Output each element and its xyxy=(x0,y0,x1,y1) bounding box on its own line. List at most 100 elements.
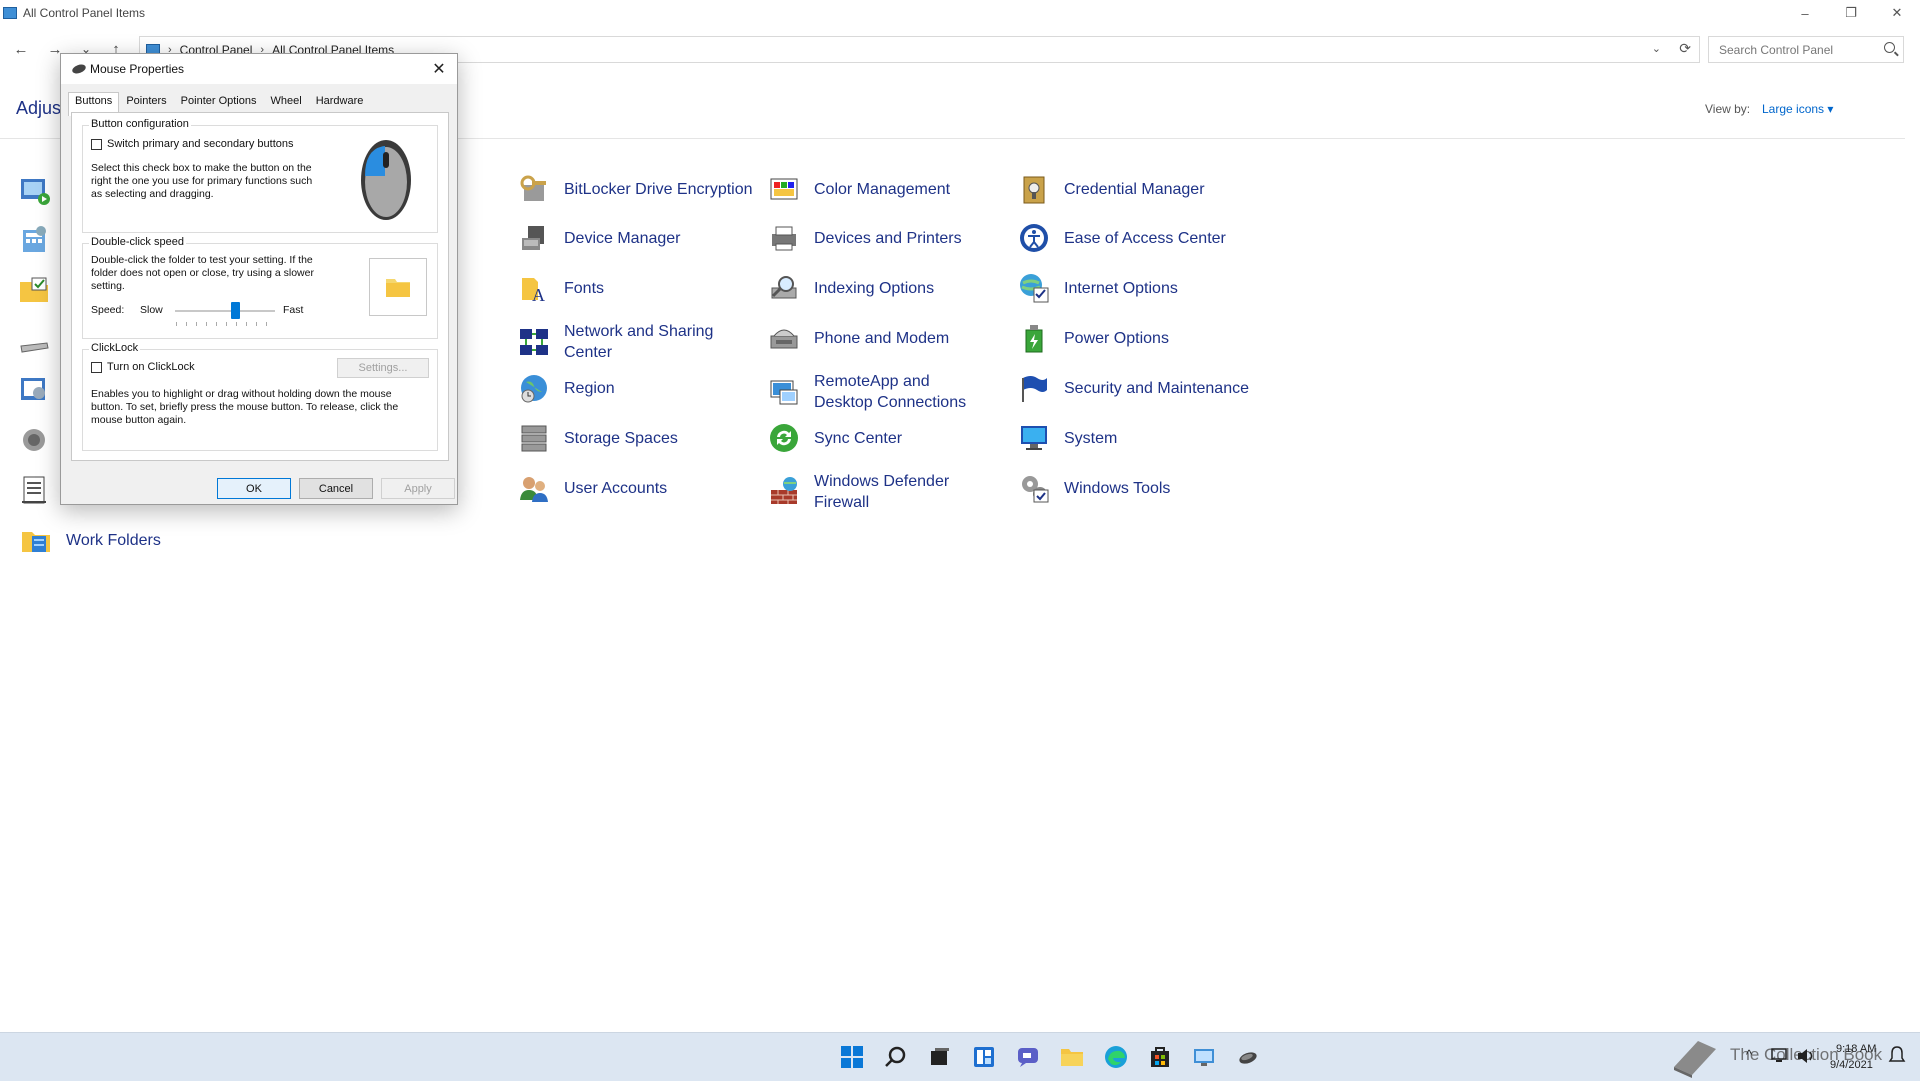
security-flag-icon xyxy=(1022,376,1047,402)
cp-item-remoteapp[interactable]: RemoteApp and Desktop Connections xyxy=(768,371,992,413)
minimize-button[interactable]: – xyxy=(1782,0,1828,26)
cp-item-ease-of-access[interactable]: Ease of Access Center xyxy=(1018,222,1226,254)
cp-item-credential-manager[interactable]: Credential Manager xyxy=(1018,173,1205,205)
test-folder-area[interactable] xyxy=(369,258,427,316)
cp-item-color-management[interactable]: Color Management xyxy=(768,173,950,205)
mouse-icon[interactable] xyxy=(1236,1045,1260,1069)
clock-time[interactable]: 9:18 AM xyxy=(1836,1043,1876,1055)
cp-item-internet-options[interactable]: Internet Options xyxy=(1018,272,1178,304)
cp-item-phone-modem[interactable]: Phone and Modem xyxy=(768,322,949,354)
apply-button[interactable]: Apply xyxy=(381,478,455,499)
group-title: Double-click speed xyxy=(89,236,186,248)
cp-item-power-options[interactable]: Power Options xyxy=(1018,322,1169,354)
cp-item-label: BitLocker Drive Encryption xyxy=(564,180,753,198)
cp-item-sync-center[interactable]: Sync Center xyxy=(768,422,902,454)
document-list-icon[interactable] xyxy=(18,474,50,506)
taskbar: The Collection Book ^ 9:18 AM 9/4/2021 xyxy=(0,1032,1920,1081)
clicklock-checkbox[interactable] xyxy=(91,362,102,373)
button-config-description: Select this check box to make the button… xyxy=(91,162,313,200)
svg-text:A: A xyxy=(532,285,545,304)
maximize-button[interactable]: ❐ xyxy=(1828,0,1874,26)
notifications-icon[interactable] xyxy=(1888,1045,1906,1065)
group-title: ClickLock xyxy=(89,342,141,354)
speed-label: Speed: xyxy=(91,304,125,316)
search-box[interactable] xyxy=(1708,36,1904,63)
volume-icon[interactable] xyxy=(1796,1047,1816,1065)
cp-item-label: Devices and Printers xyxy=(814,229,962,247)
phone-modem-icon xyxy=(770,329,798,349)
back-button[interactable]: ← xyxy=(10,38,32,60)
cp-item-user-accounts[interactable]: User Accounts xyxy=(518,472,667,504)
cp-item-security-maintenance[interactable]: Security and Maintenance xyxy=(1018,372,1249,404)
autoplay-icon[interactable] xyxy=(18,174,50,206)
tab-wheel[interactable]: Wheel xyxy=(264,92,309,114)
store-icon[interactable] xyxy=(1148,1045,1172,1069)
folder-icon xyxy=(386,279,410,297)
keyboard-icon[interactable] xyxy=(18,332,50,364)
tab-hardware[interactable]: Hardware xyxy=(309,92,371,114)
close-window-button[interactable]: ✕ xyxy=(1874,0,1920,26)
view-by-label: View by: xyxy=(1705,102,1751,116)
task-view-icon[interactable] xyxy=(928,1045,952,1069)
cp-item-devices-printers[interactable]: Devices and Printers xyxy=(768,222,962,254)
clicklock-settings-button[interactable]: Settings... xyxy=(337,358,429,378)
search-icon[interactable] xyxy=(884,1045,908,1069)
device-manager-icon xyxy=(522,226,544,250)
cp-item-windows-tools[interactable]: Windows Tools xyxy=(1018,472,1170,504)
view-by-dropdown[interactable]: Large icons ▾ xyxy=(1762,102,1833,116)
widgets-icon[interactable] xyxy=(972,1045,996,1069)
folder-check-icon[interactable] xyxy=(18,274,50,306)
cancel-button[interactable]: Cancel xyxy=(299,478,373,499)
slider-thumb[interactable] xyxy=(230,302,240,319)
address-dropdown-button[interactable]: ⌄ xyxy=(1652,42,1661,55)
chevron-up-icon[interactable]: ^ xyxy=(1746,1047,1752,1062)
cp-item-label: Region xyxy=(564,379,615,397)
remoteapp-icon xyxy=(770,380,798,405)
windows-tools-icon xyxy=(1022,476,1049,503)
slider-ticks xyxy=(176,322,267,326)
cp-item-indexing-options[interactable]: Indexing Options xyxy=(768,272,934,304)
search-icon[interactable] xyxy=(1884,42,1895,53)
control-panel-icon[interactable] xyxy=(1192,1045,1216,1069)
cp-item-work-folders[interactable]: Work Folders xyxy=(20,524,161,556)
search-input[interactable] xyxy=(1717,41,1881,58)
tab-pointer-options[interactable]: Pointer Options xyxy=(174,92,264,114)
cp-item-storage-spaces[interactable]: Storage Spaces xyxy=(518,422,678,454)
cp-item-system[interactable]: System xyxy=(1018,422,1117,454)
fast-label: Fast xyxy=(283,304,304,316)
network-icon[interactable] xyxy=(1770,1047,1790,1065)
refresh-button[interactable]: ⟳ xyxy=(1679,40,1691,57)
calculator-like-icon[interactable] xyxy=(18,224,50,256)
clock-date[interactable]: 9/4/2021 xyxy=(1830,1059,1873,1071)
tab-pointers[interactable]: Pointers xyxy=(119,92,173,114)
clicklock-label[interactable]: Turn on ClickLock xyxy=(107,361,195,374)
file-explorer-icon[interactable] xyxy=(1060,1045,1084,1069)
ok-button[interactable]: OK xyxy=(217,478,291,499)
start-icon[interactable] xyxy=(840,1045,864,1069)
display-icon[interactable] xyxy=(18,374,50,406)
dialog-title-bar[interactable]: Mouse Properties ✕ xyxy=(61,54,457,84)
double-click-description: Double-click the folder to test your set… xyxy=(91,254,314,292)
cp-item-label: Storage Spaces xyxy=(564,429,678,447)
cp-item-network-sharing[interactable]: Network and Sharing Center xyxy=(518,321,724,363)
ease-of-access-icon xyxy=(1020,224,1048,252)
edge-icon[interactable] xyxy=(1104,1045,1128,1069)
color-management-icon xyxy=(770,178,798,200)
cp-item-fonts[interactable]: A Fonts xyxy=(518,272,604,304)
switch-buttons-label[interactable]: Switch primary and secondary buttons xyxy=(107,138,293,151)
chat-icon[interactable] xyxy=(1016,1045,1040,1069)
cp-item-label: Power Options xyxy=(1064,329,1169,347)
cp-item-device-manager[interactable]: Device Manager xyxy=(518,222,681,254)
switch-buttons-checkbox[interactable] xyxy=(91,139,102,150)
dialog-close-button[interactable]: ✕ xyxy=(427,57,451,81)
button-configuration-group: Button configuration Switch primary and … xyxy=(82,118,438,233)
double-click-speed-slider[interactable] xyxy=(175,310,275,312)
cp-item-label: Sync Center xyxy=(814,429,903,447)
cp-item-firewall[interactable]: Windows Defender Firewall xyxy=(768,471,974,513)
cp-item-label: RemoteApp and Desktop Connections xyxy=(814,373,967,411)
cp-item-label: Security and Maintenance xyxy=(1064,379,1249,397)
cp-item-region[interactable]: Region xyxy=(518,372,615,404)
buttons-tab-panel: Button configuration Switch primary and … xyxy=(71,112,449,461)
speaker-icon[interactable] xyxy=(18,424,50,456)
cp-item-bitlocker[interactable]: BitLocker Drive Encryption xyxy=(518,173,753,205)
